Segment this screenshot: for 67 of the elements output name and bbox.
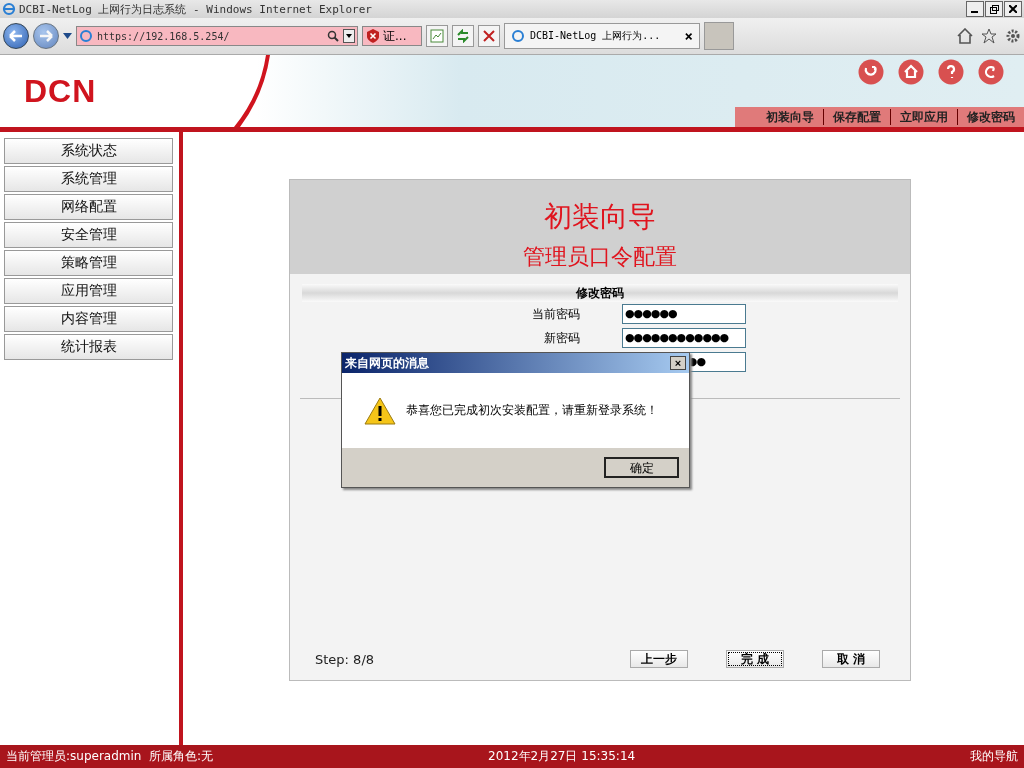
- wizard-title: 初装向导: [544, 199, 656, 235]
- window-title: DCBI-NetLog 上网行为日志系统 - Windows Internet Explorer: [19, 1, 372, 17]
- nav-link[interactable]: 我的导航: [970, 748, 1018, 765]
- star-icon[interactable]: [981, 28, 997, 44]
- sidebar-item[interactable]: 安全管理: [4, 222, 173, 248]
- certificate-error-button[interactable]: 证...: [362, 26, 422, 46]
- browser-logo-icon: [2, 2, 16, 16]
- browser-tab[interactable]: DCBI-NetLog 上网行为... ×: [504, 23, 700, 49]
- compatibility-button[interactable]: [426, 25, 448, 47]
- user-info: 当前管理员:superadmin 所属角色:无: [6, 748, 215, 765]
- arrow-left-icon: [9, 30, 23, 42]
- password-field[interactable]: ●●●●●●●●●●●●: [622, 328, 746, 348]
- arrow-right-icon: [39, 30, 53, 42]
- sidebar-item[interactable]: 应用管理: [4, 278, 173, 304]
- step-indicator: Step: 8/8: [315, 651, 375, 667]
- forward-button[interactable]: [33, 23, 59, 49]
- home-icon[interactable]: [957, 28, 973, 44]
- menu-item[interactable]: 修改密码: [957, 109, 1024, 125]
- ok-button[interactable]: 确定: [604, 457, 679, 478]
- shield-icon: [366, 29, 380, 43]
- close-button[interactable]: ×: [670, 356, 686, 370]
- field-label: 新密码: [544, 330, 580, 345]
- sidebar-item[interactable]: 系统管理: [4, 166, 173, 192]
- dialog-title: 来自网页的消息: [345, 354, 429, 372]
- wizard-subtitle: 管理员口令配置: [523, 243, 677, 271]
- sidebar-item[interactable]: 统计报表: [4, 334, 173, 360]
- restore-button[interactable]: [985, 1, 1003, 17]
- tab-close-button[interactable]: ×: [684, 28, 693, 44]
- back-button[interactable]: [3, 23, 29, 49]
- dropdown-icon[interactable]: [63, 33, 72, 39]
- sidebar-item[interactable]: 系统状态: [4, 138, 173, 164]
- field-label: 当前密码: [532, 306, 580, 321]
- dropdown-icon[interactable]: [343, 29, 355, 43]
- restore-icon: [989, 4, 999, 14]
- menu-item[interactable]: 初装向导: [757, 109, 823, 125]
- sidebar-item[interactable]: 网络配置: [4, 194, 173, 220]
- tab-label: DCBI-NetLog 上网行为...: [530, 29, 661, 43]
- wizard-button[interactable]: 完 成: [726, 650, 784, 668]
- logo: DCN: [24, 72, 97, 110]
- close-icon: [1009, 5, 1017, 13]
- menu-item[interactable]: 立即应用: [890, 109, 957, 125]
- wizard-button[interactable]: 上一步: [630, 650, 688, 668]
- chart-icon: [430, 29, 444, 43]
- refresh-icon: [456, 29, 470, 43]
- logout-icon[interactable]: [978, 59, 1004, 85]
- sidebar-item[interactable]: 内容管理: [4, 306, 173, 332]
- refresh-icon[interactable]: [858, 59, 884, 85]
- home-icon[interactable]: [898, 59, 924, 85]
- browser-logo-icon: [511, 29, 525, 43]
- wizard-button[interactable]: 取 消: [822, 650, 880, 668]
- address-field[interactable]: https://192.168.5.254/: [76, 26, 358, 46]
- close-icon: [483, 30, 495, 42]
- search-icon[interactable]: [327, 30, 339, 42]
- menu-item[interactable]: 保存配置: [823, 109, 890, 125]
- browser-logo-icon: [79, 29, 93, 43]
- close-button[interactable]: [1004, 1, 1022, 17]
- stop-button[interactable]: [478, 25, 500, 47]
- password-field[interactable]: ●●●●●●: [622, 304, 746, 324]
- dialog-message: 恭喜您已完成初次安装配置，请重新登录系统！: [406, 402, 658, 419]
- help-icon[interactable]: [938, 59, 964, 85]
- datetime: 2012年2月27日 15:35:14: [488, 748, 637, 765]
- section-header: 修改密码: [302, 284, 898, 302]
- refresh-button[interactable]: [452, 25, 474, 47]
- sidebar-item[interactable]: 策略管理: [4, 250, 173, 276]
- minimize-button[interactable]: [966, 1, 984, 17]
- settings-icon[interactable]: [1005, 28, 1021, 44]
- warning-icon: [364, 396, 396, 425]
